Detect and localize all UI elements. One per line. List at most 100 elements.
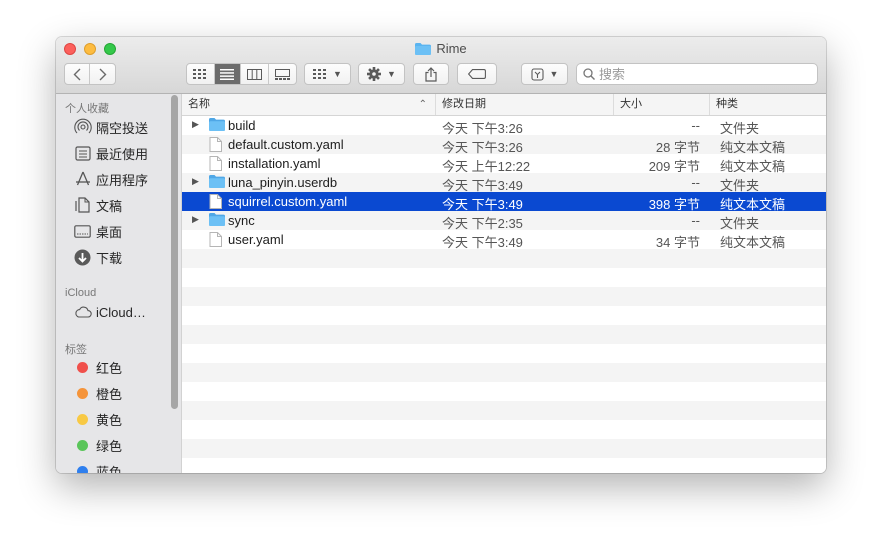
file-row[interactable]: ▶ luna_pinyin.userdb 今天 下午3:49 -- 文件夹 xyxy=(182,173,826,193)
empty-row xyxy=(182,249,826,268)
sidebar-tag-blue[interactable]: 蓝色 xyxy=(73,461,122,473)
sidebar-item-downloads[interactable]: 下载 xyxy=(73,247,122,267)
file-name: squirrel.custom.yaml xyxy=(228,194,348,209)
folder-icon xyxy=(415,43,432,59)
sidebar-tag-green[interactable]: 绿色 xyxy=(73,435,122,455)
empty-row xyxy=(182,306,826,325)
file-row[interactable]: ▶ build 今天 下午3:26 -- 文件夹 xyxy=(182,116,826,136)
chevron-down-icon: ▼ xyxy=(549,69,559,79)
sidebar-item-desktop[interactable]: 桌面 xyxy=(73,221,122,241)
text-file-icon xyxy=(209,156,222,174)
list-header: 名称 ⌃ 修改日期 大小 种类 xyxy=(182,94,826,116)
file-rows: ▶ build 今天 下午3:26 -- 文件夹 default.custom.yaml 今… xyxy=(182,116,826,473)
tag-icon xyxy=(468,69,486,79)
view-mode-control xyxy=(186,63,297,85)
tag-color-dot xyxy=(77,361,88,373)
navigation-buttons xyxy=(64,63,116,85)
sidebar: 个人收藏 隔空投送 最近使用 应用程序 文稿 桌面 下载 iCloud iClo… xyxy=(56,94,182,473)
empty-row xyxy=(182,268,826,287)
empty-row xyxy=(182,401,826,420)
column-view-button[interactable] xyxy=(241,64,269,84)
toolbar: Rime ▼ ▼ ▼ 搜索 xyxy=(56,37,826,94)
edit-tags-button[interactable] xyxy=(457,63,497,85)
gear-icon xyxy=(367,67,382,81)
sidebar-item-recents[interactable]: 最近使用 xyxy=(73,143,148,163)
search-field[interactable] xyxy=(576,63,818,85)
share-icon xyxy=(425,66,437,82)
chevron-down-icon: ▼ xyxy=(333,69,342,79)
list-view-button[interactable] xyxy=(214,64,242,84)
folder-icon xyxy=(209,175,225,191)
sidebar-item-applications[interactable]: 应用程序 xyxy=(73,169,148,189)
tag-color-dot xyxy=(77,465,88,473)
sidebar-tag-red[interactable]: 红色 xyxy=(73,357,122,377)
file-name: installation.yaml xyxy=(228,156,321,171)
sidebar-item-icloud-drive[interactable]: iCloud… xyxy=(73,302,146,322)
sidebar-tag-orange[interactable]: 橙色 xyxy=(73,383,122,403)
recents-icon xyxy=(73,144,92,163)
file-name: luna_pinyin.userdb xyxy=(228,175,338,190)
sidebar-header-tags: 标签 xyxy=(65,344,87,356)
window-title: Rime xyxy=(436,41,467,56)
chevron-left-icon xyxy=(73,68,81,80)
column-header-date[interactable]: 修改日期 xyxy=(436,94,614,115)
empty-row xyxy=(182,382,826,401)
disclosure-triangle-icon[interactable]: ▶ xyxy=(192,214,199,225)
action-menu-button[interactable]: ▼ xyxy=(358,63,405,85)
desktop-icon xyxy=(73,222,92,241)
column-header-size[interactable]: 大小 xyxy=(614,94,710,115)
icon-grid-icon xyxy=(193,69,207,79)
back-button[interactable] xyxy=(65,64,91,84)
file-row[interactable]: default.custom.yaml 今天 下午3:26 28 字节 纯文本文稿 xyxy=(182,135,826,155)
sidebar-tag-yellow[interactable]: 黄色 xyxy=(73,409,122,429)
sidebar-scrollbar[interactable] xyxy=(171,95,178,409)
file-row[interactable]: ▶ sync 今天 下午2:35 -- 文件夹 xyxy=(182,211,826,231)
file-name: default.custom.yaml xyxy=(228,137,344,152)
share-button[interactable] xyxy=(413,63,449,85)
column-header-name[interactable]: 名称 ⌃ xyxy=(182,94,436,115)
file-size: -- xyxy=(691,175,700,190)
file-row[interactable]: squirrel.custom.yaml 今天 下午3:49 398 字节 纯文本文稿 xyxy=(182,192,826,212)
drive-icon xyxy=(530,67,544,81)
file-name: build xyxy=(228,118,256,133)
tag-color-dot xyxy=(77,387,88,399)
tag-color-dot xyxy=(77,413,88,425)
cloud-icon xyxy=(73,303,92,322)
columns-icon xyxy=(246,68,262,80)
icon-view-button[interactable] xyxy=(187,64,215,84)
disclosure-triangle-icon[interactable]: ▶ xyxy=(192,176,199,187)
file-list: 名称 ⌃ 修改日期 大小 种类 ▶ build 今天 下午3:26 -- 文件夹 defa… xyxy=(182,94,826,473)
file-row[interactable]: installation.yaml 今天 上午12:22 209 字节 纯文本文稿 xyxy=(182,154,826,174)
group-grid-icon xyxy=(313,69,327,79)
airdrop-icon xyxy=(73,118,92,137)
sidebar-header-favorites: 个人收藏 xyxy=(65,103,109,115)
sidebar-item-documents[interactable]: 文稿 xyxy=(73,195,122,215)
file-size: -- xyxy=(691,213,700,228)
empty-row xyxy=(182,344,826,363)
downloads-icon xyxy=(73,248,92,267)
empty-row xyxy=(182,363,826,382)
text-file-icon xyxy=(209,232,222,250)
forward-button[interactable] xyxy=(90,64,115,84)
empty-row xyxy=(182,439,826,458)
search-input[interactable] xyxy=(595,65,817,83)
text-file-icon xyxy=(209,137,222,155)
gallery-view-button[interactable] xyxy=(269,64,296,84)
extension-menu-button[interactable]: ▼ xyxy=(521,63,568,85)
group-by-button[interactable]: ▼ xyxy=(304,63,351,85)
chevron-down-icon: ▼ xyxy=(387,69,396,79)
sidebar-item-airdrop[interactable]: 隔空投送 xyxy=(73,117,148,137)
sort-ascending-icon: ⌃ xyxy=(418,99,427,110)
file-name: sync xyxy=(228,213,255,228)
tag-color-dot xyxy=(77,439,88,451)
empty-row xyxy=(182,458,826,473)
file-row[interactable]: user.yaml 今天 下午3:49 34 字节 纯文本文稿 xyxy=(182,230,826,250)
disclosure-triangle-icon[interactable]: ▶ xyxy=(192,119,199,130)
folder-icon xyxy=(209,118,225,134)
file-name: user.yaml xyxy=(228,232,284,247)
text-file-icon xyxy=(209,194,222,212)
applications-icon xyxy=(73,170,92,189)
gallery-icon xyxy=(274,68,290,80)
empty-row xyxy=(182,420,826,439)
column-header-kind[interactable]: 种类 xyxy=(710,94,826,115)
